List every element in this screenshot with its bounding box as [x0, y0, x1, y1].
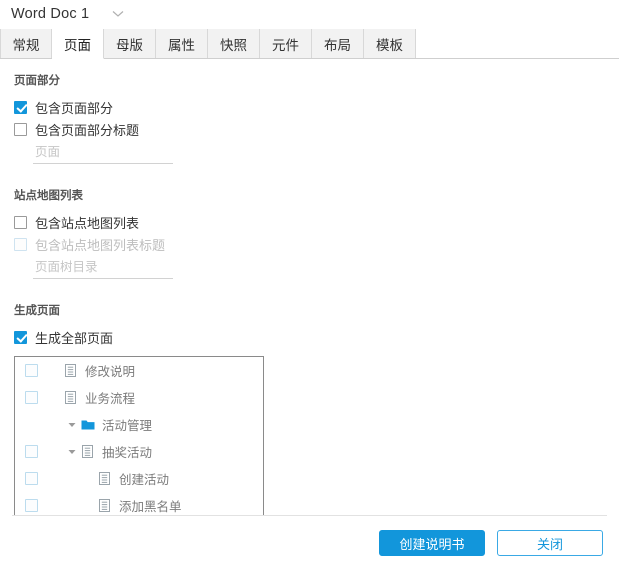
- tree-row[interactable]: 修改说明: [15, 357, 263, 384]
- generate-all-pages-label: 生成全部页面: [35, 330, 114, 346]
- tab-2[interactable]: 母版: [104, 29, 156, 58]
- tree-item-label: 修改说明: [85, 365, 136, 379]
- tree-item-label: 添加黑名单: [119, 500, 182, 514]
- tree-item-checkbox[interactable]: [25, 391, 38, 404]
- tree-item-label: 抽奖活动: [102, 446, 153, 460]
- section-generate-pages-label: 生成页面: [14, 305, 60, 317]
- tree-item-checkbox[interactable]: [25, 472, 38, 485]
- dialog-footer: 创建说明书 关闭: [0, 516, 619, 570]
- generate-all-pages-row[interactable]: 生成全部页面: [14, 326, 619, 348]
- page-icon: [97, 498, 112, 513]
- include-sitemap-list-title-row: 包含站点地图列表标题: [14, 233, 619, 255]
- tab-strip-filler: [416, 29, 619, 59]
- generate-all-pages-checkbox[interactable]: [14, 330, 27, 344]
- section-generate-pages: 生成页面 生成全部页面 修改说明业务流程活动管理抽奖活动创建活动添加黑名单参与用…: [0, 302, 619, 515]
- include-sitemap-list-label: 包含站点地图列表: [35, 215, 140, 231]
- chevron-down-icon[interactable]: [111, 7, 125, 21]
- close-button[interactable]: 关闭: [497, 530, 603, 556]
- sitemap-list-title-input[interactable]: [33, 258, 173, 279]
- page-tree-list[interactable]: 修改说明业务流程活动管理抽奖活动创建活动添加黑名单参与用户: [14, 356, 264, 515]
- tree-row[interactable]: 创建活动: [15, 465, 263, 492]
- page-icon: [63, 363, 78, 378]
- section-page-part: 页面部分 包含页面部分 包含页面部分标题: [0, 72, 619, 164]
- tree-row[interactable]: 抽奖活动: [15, 438, 263, 465]
- include-page-part-title-row[interactable]: 包含页面部分标题: [14, 118, 619, 140]
- include-page-part-title-label: 包含页面部分标题: [35, 122, 140, 138]
- section-sitemap-list-label: 站点地图列表: [14, 190, 83, 202]
- include-page-part-checkbox[interactable]: [14, 100, 27, 114]
- create-document-button[interactable]: 创建说明书: [379, 530, 485, 556]
- tree-item-checkbox[interactable]: [25, 499, 38, 512]
- tree-row[interactable]: 添加黑名单: [15, 492, 263, 515]
- chevron-down-icon[interactable]: [65, 418, 78, 431]
- chevron-down-icon[interactable]: [65, 445, 78, 458]
- tree-item-label: 活动管理: [102, 419, 153, 433]
- include-sitemap-list-checkbox[interactable]: [14, 215, 27, 229]
- include-page-part-row[interactable]: 包含页面部分: [14, 96, 619, 118]
- export-word-dialog: Word Doc 1 常规 页面 母版 属性 快照 元件 布局 模板 页面部分 包含页面部分 …: [0, 0, 619, 570]
- tree-item-checkbox[interactable]: [25, 445, 38, 458]
- page-icon: [63, 390, 78, 405]
- tab-strip: 常规 页面 母版 属性 快照 元件 布局 模板: [0, 29, 619, 59]
- include-page-part-title-checkbox[interactable]: [14, 122, 27, 136]
- tree-item-label: 业务流程: [85, 392, 136, 406]
- tab-0[interactable]: 常规: [0, 29, 52, 58]
- dialog-titlebar: Word Doc 1: [0, 0, 619, 28]
- include-page-part-label: 包含页面部分: [35, 100, 114, 116]
- tab-4[interactable]: 快照: [208, 29, 260, 58]
- tab-6[interactable]: 布局: [312, 29, 364, 58]
- include-sitemap-list-title-checkbox: [14, 237, 27, 251]
- section-page-part-label: 页面部分: [14, 75, 60, 87]
- dialog-body: 页面部分 包含页面部分 包含页面部分标题 站点地图列表 包含站点地图列表 包含站…: [0, 60, 619, 515]
- section-sitemap-list: 站点地图列表 包含站点地图列表 包含站点地图列表标题: [0, 187, 619, 279]
- page-icon: [80, 444, 95, 459]
- page-title: Word Doc 1: [11, 6, 90, 22]
- page-icon: [97, 471, 112, 486]
- include-sitemap-list-title-label: 包含站点地图列表标题: [35, 237, 166, 253]
- tab-3[interactable]: 属性: [156, 29, 208, 58]
- include-sitemap-list-row[interactable]: 包含站点地图列表: [14, 211, 619, 233]
- tree-row[interactable]: 活动管理: [15, 411, 263, 438]
- tab-7[interactable]: 模板: [364, 29, 416, 58]
- tab-5[interactable]: 元件: [260, 29, 312, 58]
- tab-1[interactable]: 页面: [52, 29, 104, 59]
- tree-item-checkbox[interactable]: [25, 364, 38, 377]
- folder-icon: [80, 417, 95, 432]
- tree-row[interactable]: 业务流程: [15, 384, 263, 411]
- page-part-title-input[interactable]: [33, 143, 173, 164]
- tree-item-label: 创建活动: [119, 473, 170, 487]
